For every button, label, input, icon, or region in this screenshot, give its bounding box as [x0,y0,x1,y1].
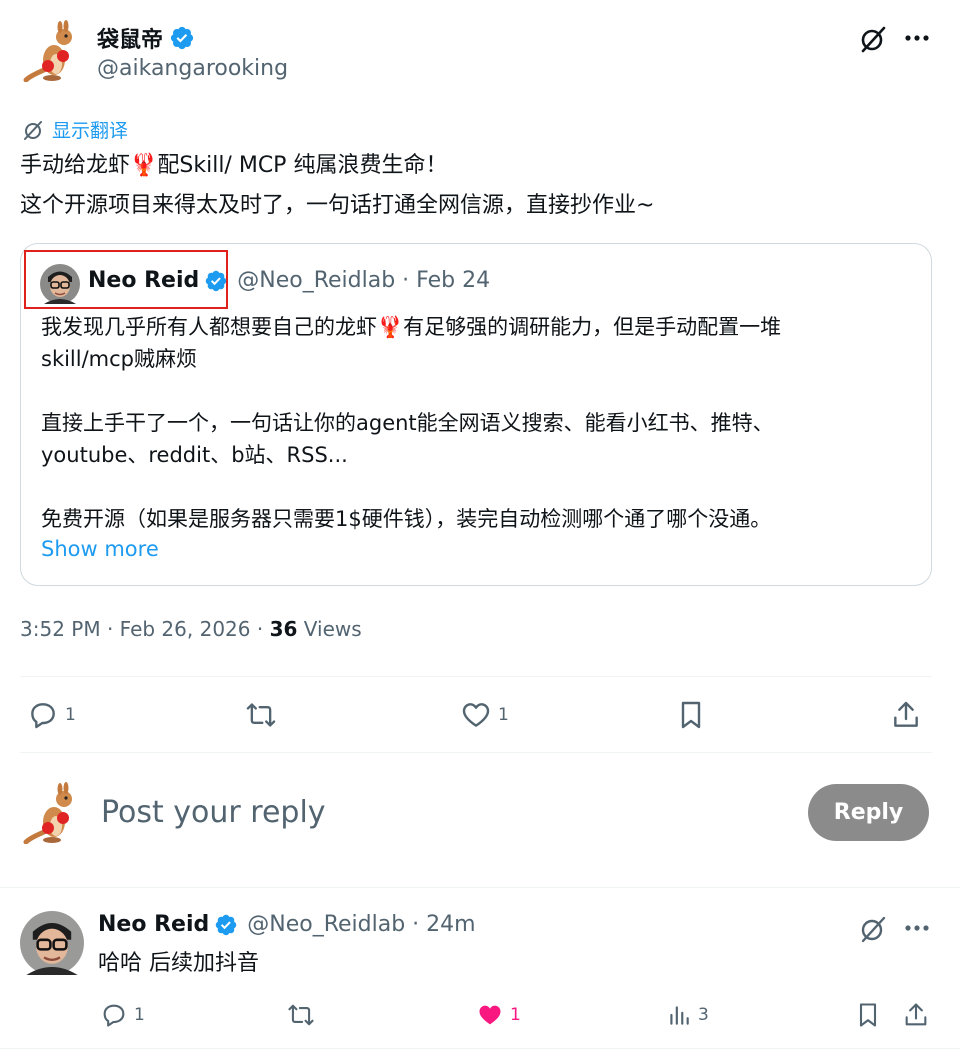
tweet-timestamp[interactable]: 3:52 PM · Feb 26, 2026 · 36 Views [20,617,362,641]
reply-count: 1 [65,705,76,725]
more-options-icon[interactable] [904,924,930,932]
retweet-icon [286,1001,316,1029]
quote-text-line: youtube、reddit、b站、RSS... [41,443,348,467]
quote-text-line: 直接上手干了一个，一句话让你的agent能全网语义搜索、能看小红书、推特、 [41,411,774,435]
reply-bookmark-action[interactable] [855,1001,881,1029]
tweet-text: 手动给龙虾🦞配Skill/ MCP 纯属浪费生命！ 这个开源项目来得太及时了，一… [20,146,940,226]
like-action[interactable]: 1 [460,699,509,731]
user-avatar[interactable] [20,782,82,844]
reply-text: 哈哈 后续加抖音 [98,951,259,976]
quote-author-avatar[interactable] [40,264,80,304]
reply-reply-count: 1 [134,1005,145,1025]
quote-text: 我发现几乎所有人都想要自己的龙虾🦞有足够强的调研能力，但是手动配置一堆 skil… [41,311,926,535]
reply-reply-action[interactable]: 1 [100,1001,145,1029]
tweet-time[interactable]: 3:52 PM · Feb 26, 2026 · [20,617,270,641]
divider [20,752,932,753]
divider [0,887,960,888]
quote-text-line: 我发现几乎所有人都想要自己的龙虾🦞有足够强的调研能力，但是手动配置一堆 [41,315,782,339]
tweet-text-line: 手动给龙虾🦞配Skill/ MCP 纯属浪费生命！ [20,153,448,178]
quote-author-handle[interactable]: @Neo_Reidlab · Feb 24 [237,268,490,293]
views-count: 36 [269,617,298,641]
divider [20,676,932,677]
bookmark-icon [677,699,705,731]
tweet-text-line: 这个开源项目来得太及时了，一句话打通全网信源，直接抄作业~ [20,193,655,218]
share-icon [902,1001,930,1029]
reply-button[interactable]: Reply [808,784,929,841]
like-count: 1 [498,705,509,725]
author-avatar[interactable] [20,20,82,82]
views-chart-icon [666,1001,692,1029]
reply-retweet-action[interactable] [286,1001,316,1029]
reply-views-count: 3 [698,1005,709,1025]
grok-slash-icon[interactable] [858,24,888,54]
reply-author-handle[interactable]: @Neo_Reidlab · 24m [247,912,475,937]
show-translation-label: 显示翻译 [52,120,129,142]
reply-icon [100,1001,128,1029]
reply-author-avatar[interactable] [20,911,84,975]
verified-badge-icon [204,269,228,293]
retweet-action[interactable] [244,699,278,731]
show-more-link[interactable]: Show more [41,537,159,561]
quote-text-line: skill/mcp贼麻烦 [41,347,198,371]
reply-like-action[interactable]: 1 [476,1001,521,1029]
bookmark-icon [855,1001,881,1029]
views-label: Views [297,617,362,641]
verified-badge-icon [214,913,238,937]
bookmark-action[interactable] [677,699,705,731]
quote-author-name[interactable]: Neo Reid [88,268,199,293]
retweet-icon [244,699,278,731]
translate-icon [22,119,44,141]
reply-input[interactable]: Post your reply [101,790,791,836]
share-action[interactable] [890,699,922,731]
quote-text-line: 免费开源（如果是服务器只需要1$硬件钱），装完自动检测哪个通了哪个没通。 [41,507,772,531]
more-options-icon[interactable] [904,34,930,42]
show-translation-link[interactable]: 显示翻译 [22,116,128,143]
divider [0,1048,960,1049]
heart-filled-icon [476,1001,504,1029]
reply-author-name[interactable]: Neo Reid [98,912,209,937]
author-name[interactable]: 袋鼠帝 [97,22,163,54]
share-icon [890,699,922,731]
verified-badge-icon [169,25,195,51]
reply-like-count: 1 [510,1005,521,1025]
reply-share-action[interactable] [902,1001,930,1029]
heart-icon [460,699,492,731]
reply-action[interactable]: 1 [27,699,76,731]
reply-icon [27,699,59,731]
author-handle[interactable]: @aikangarooking [97,56,288,81]
grok-slash-icon[interactable] [858,914,888,944]
reply-views-action[interactable]: 3 [666,1001,709,1029]
